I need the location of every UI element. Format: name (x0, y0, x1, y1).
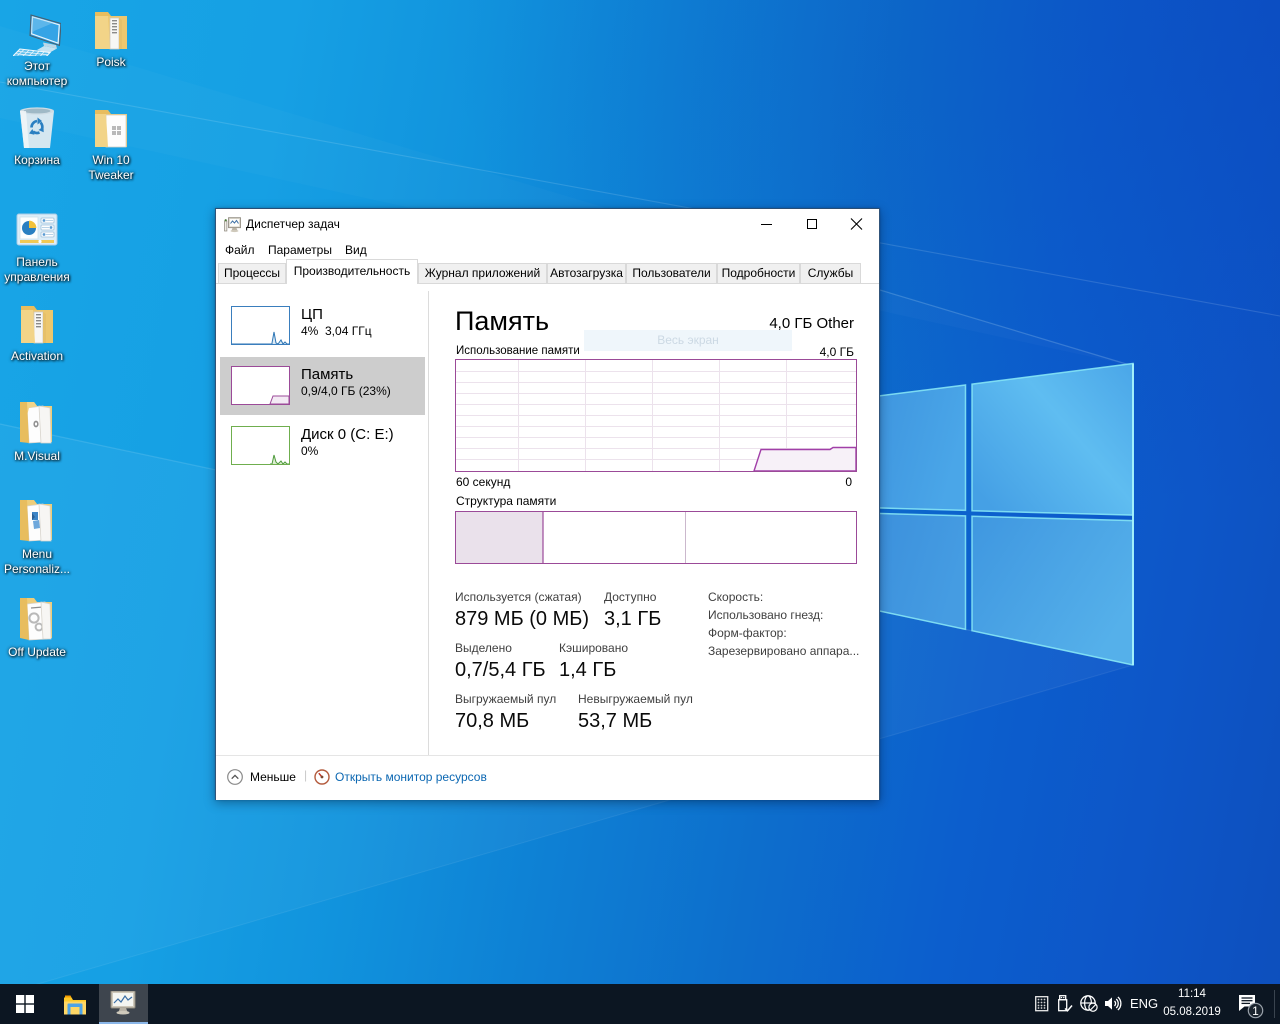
svg-text:1: 1 (1252, 1004, 1259, 1018)
